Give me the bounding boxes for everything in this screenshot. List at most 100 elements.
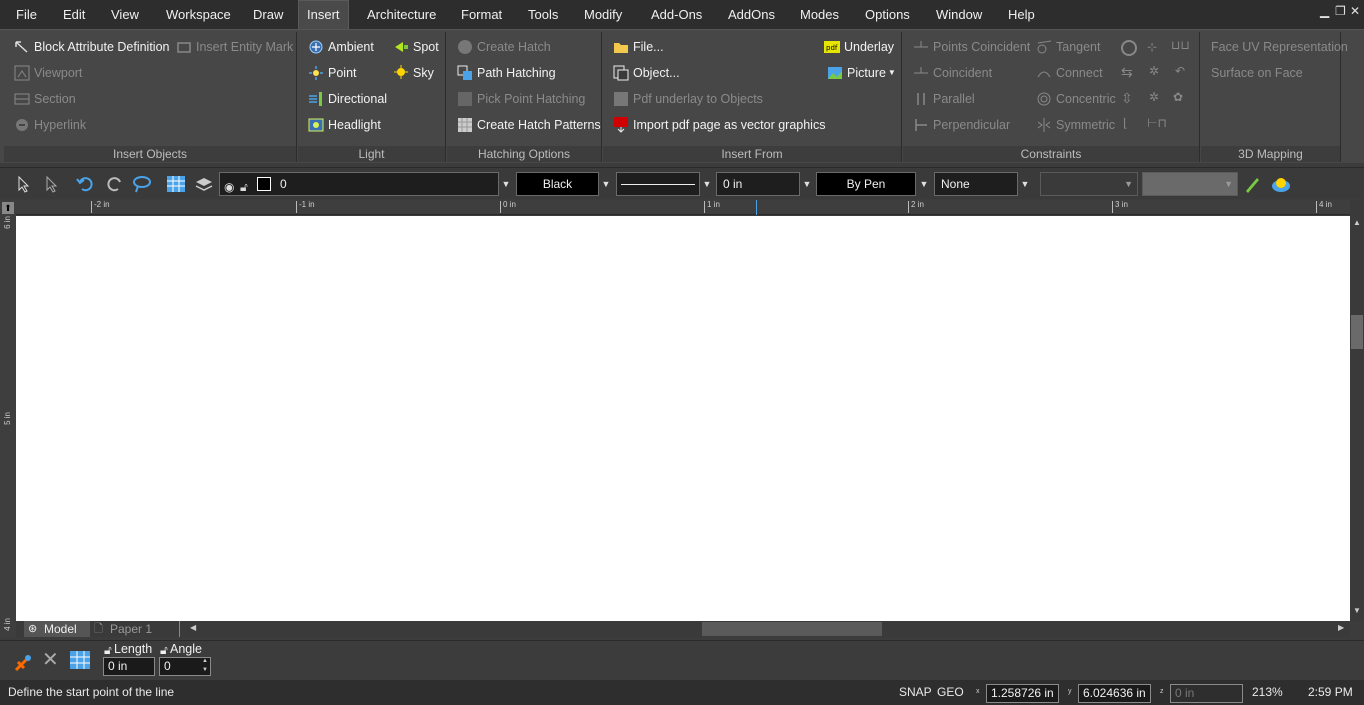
transparency-combo[interactable]: ▼ (1142, 172, 1238, 196)
zoom-level[interactable]: 213% (1252, 685, 1283, 699)
face-uv-representation-button[interactable]: Face UV Representation (1211, 36, 1348, 58)
layer-combo[interactable]: ◉ 🔓︎ 0 (219, 172, 499, 196)
constraint-fix-icon[interactable]: ⊔⊔ (1171, 38, 1190, 52)
length-lock-icon[interactable]: 🔓︎ (104, 643, 112, 658)
create-hatch-patterns-button[interactable]: Create Hatch Patterns (457, 114, 601, 136)
headlight-button[interactable]: Headlight (308, 114, 381, 136)
section-button[interactable]: Section (14, 88, 76, 110)
close-command-icon[interactable]: ✕ (42, 650, 62, 670)
menu-insert[interactable]: Insert (298, 0, 349, 29)
cancel-command-icon[interactable] (12, 650, 36, 674)
color-dropdown-icon[interactable]: ▼ (599, 172, 613, 196)
constraint-angle-icon[interactable]: ⊹ (1147, 40, 1157, 54)
style-dropdown-icon[interactable]: ▼ (1124, 173, 1133, 195)
layers-icon[interactable] (194, 174, 214, 194)
drawing-canvas[interactable] (16, 216, 1350, 621)
tab-paper-1[interactable]: 🗋 Paper 1 (90, 621, 180, 637)
parallel-button[interactable]: Parallel (913, 88, 975, 110)
angle-lock-icon[interactable]: 🔓︎ (160, 643, 168, 658)
length-input[interactable]: 0 in (103, 657, 155, 676)
menu-file[interactable]: File (8, 0, 45, 29)
constraint-point-curve-icon[interactable]: ⌊ (1123, 116, 1128, 130)
ruler-origin-icon[interactable]: ⬆ (2, 202, 14, 214)
scroll-left-icon[interactable]: ◀ (190, 623, 196, 632)
menu-architecture[interactable]: Architecture (359, 0, 444, 29)
menu-help[interactable]: Help (1000, 0, 1043, 29)
transparency-dropdown-icon[interactable]: ▼ (1224, 173, 1233, 195)
symmetric-button[interactable]: Symmetric (1036, 114, 1115, 136)
table-grid-icon[interactable] (166, 174, 186, 194)
color-combo[interactable]: Black (516, 172, 599, 196)
line-width-dropdown-icon[interactable]: ▼ (800, 172, 814, 196)
constraint-smooth-icon[interactable]: ↶ (1175, 64, 1185, 78)
sky-button[interactable]: Sky (393, 62, 434, 84)
menu-addons[interactable]: AddOns (720, 0, 783, 29)
menu-window[interactable]: Window (928, 0, 990, 29)
perpendicular-button[interactable]: Perpendicular (913, 114, 1010, 136)
angle-input[interactable]: 0 ▲ ▼ (159, 657, 211, 676)
geo-toggle[interactable]: GEO (937, 685, 964, 699)
constraint-delete-icon[interactable]: ⊢⊓ (1147, 116, 1167, 130)
tangent-button[interactable]: Tangent (1036, 36, 1100, 58)
horizontal-scroll-thumb[interactable] (702, 622, 882, 636)
scroll-up-icon[interactable]: ▲ (1353, 218, 1361, 227)
layer-visible-icon[interactable]: ◉ (224, 176, 234, 198)
point-button[interactable]: Point (308, 62, 357, 84)
menu-format[interactable]: Format (453, 0, 510, 29)
snap-toggle[interactable]: SNAP (899, 685, 932, 699)
tab-model[interactable]: ⊛ Model (24, 621, 90, 637)
command-table-icon[interactable] (70, 651, 90, 669)
select-node-icon[interactable] (42, 174, 62, 194)
select-arrow-icon[interactable] (14, 174, 34, 194)
pen-combo[interactable]: By Pen (816, 172, 916, 196)
menu-modify[interactable]: Modify (576, 0, 630, 29)
undo-icon[interactable] (76, 174, 96, 194)
menu-edit[interactable]: Edit (55, 0, 93, 29)
menu-tools[interactable]: Tools (520, 0, 566, 29)
surface-on-face-button[interactable]: Surface on Face (1211, 62, 1303, 84)
menu-view[interactable]: View (103, 0, 147, 29)
menu-add-ons[interactable]: Add-Ons (643, 0, 710, 29)
underlay-button[interactable]: pdf Underlay (824, 36, 894, 58)
constraint-pattern-icon[interactable]: ✲ (1149, 90, 1159, 104)
insert-file-button[interactable]: File... (613, 36, 664, 58)
style-combo[interactable]: ▼ (1040, 172, 1138, 196)
restore-icon[interactable]: ❐ (1335, 4, 1346, 18)
menu-draw[interactable]: Draw (245, 0, 291, 29)
block-attribute-definition-button[interactable]: Block Attribute Definition (14, 36, 170, 58)
pen-dropdown-icon[interactable]: ▼ (917, 172, 931, 196)
scroll-right-icon[interactable]: ▶ (1338, 623, 1344, 632)
vertical-scroll-thumb[interactable] (1351, 315, 1363, 349)
directional-button[interactable]: Directional (308, 88, 387, 110)
coincident-button[interactable]: Coincident (913, 62, 992, 84)
constraint-radius-icon[interactable] (1121, 40, 1137, 56)
fill-combo[interactable]: None (934, 172, 1018, 196)
connect-button[interactable]: Connect (1036, 62, 1103, 84)
scroll-down-icon[interactable]: ▼ (1353, 606, 1361, 615)
picture-button[interactable]: Picture ▼ (827, 62, 896, 84)
brush-icon[interactable] (1243, 174, 1263, 194)
y-coord-field[interactable]: 6.024636 in (1078, 684, 1151, 703)
menu-workspace[interactable]: Workspace (158, 0, 239, 29)
insert-entity-mark-button[interactable]: Insert Entity Mark (176, 36, 293, 58)
z-coord-field[interactable]: 0 in (1170, 684, 1243, 703)
angle-spinner-icon[interactable]: ▲ ▼ (202, 657, 208, 675)
minimize-icon[interactable]: ▁ (1320, 4, 1329, 18)
constraint-equal-icon[interactable]: ✲ (1149, 64, 1159, 78)
linetype-dropdown-icon[interactable]: ▼ (700, 172, 714, 196)
create-hatch-button[interactable]: Create Hatch (457, 36, 551, 58)
pdf-underlay-to-objects-button[interactable]: Pdf underlay to Objects (613, 88, 763, 110)
viewport-button[interactable]: Viewport (14, 62, 82, 84)
line-width-combo[interactable]: 0 in (716, 172, 800, 196)
linetype-combo[interactable] (616, 172, 700, 196)
path-hatching-button[interactable]: Path Hatching (457, 62, 556, 84)
import-pdf-vector-button[interactable]: Import pdf page as vector graphics (613, 114, 825, 136)
insert-object-button[interactable]: Object... (613, 62, 680, 84)
ambient-button[interactable]: Ambient (308, 36, 374, 58)
render-style-icon[interactable] (1271, 174, 1291, 194)
vertical-scrollbar[interactable]: ▲ ▼ (1350, 200, 1364, 621)
concentric-button[interactable]: Concentric (1036, 88, 1116, 110)
hyperlink-button[interactable]: Hyperlink (14, 114, 86, 136)
spot-button[interactable]: Spot (393, 36, 439, 58)
constraint-horizontal-icon[interactable]: ⇆ (1121, 64, 1133, 81)
